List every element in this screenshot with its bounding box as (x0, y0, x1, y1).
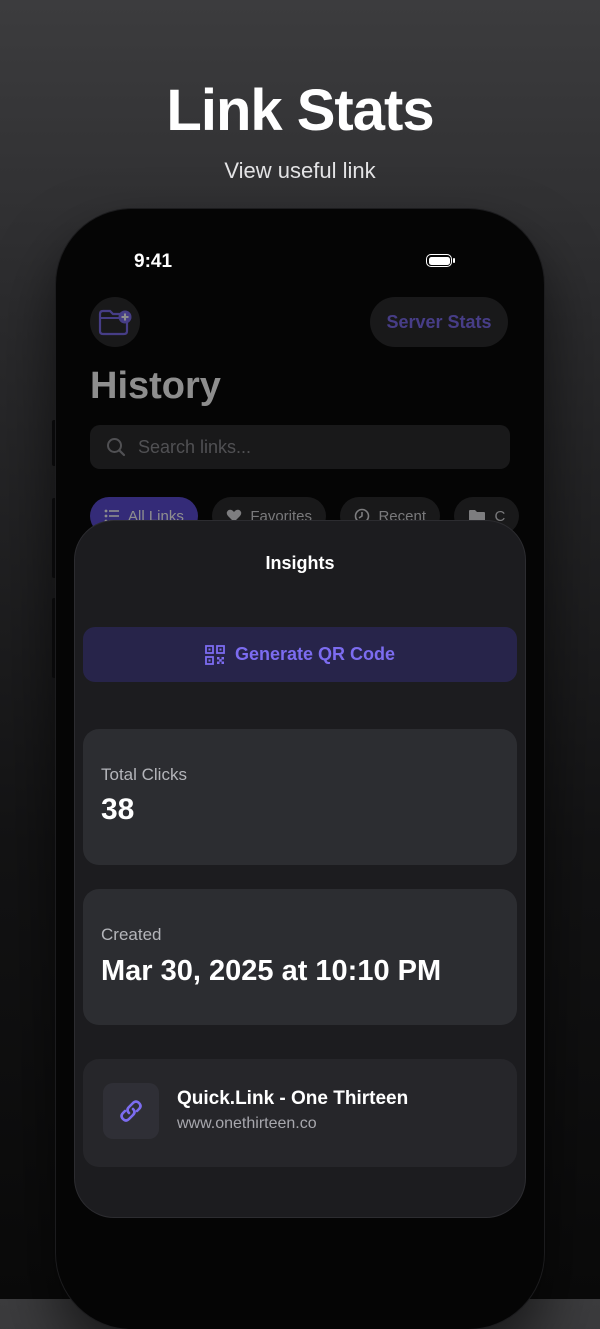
history-title: History (90, 365, 221, 407)
generate-qr-code-label: Generate QR Code (234, 644, 396, 664)
total-clicks-label: Total Clicks (101, 765, 187, 784)
created-value: Mar 30, 2025 at 10:10 PM (101, 955, 442, 987)
promo-title: Link Stats (166, 78, 434, 143)
created-label: Created (101, 925, 162, 944)
folder-plus-icon (98, 309, 132, 336)
link-icon (103, 1083, 159, 1139)
link-card[interactable]: Quick.Link - One Thirteen www.onethirtee… (83, 1059, 517, 1167)
link-title: Quick.Link - One Thirteen (177, 1088, 409, 1109)
promo-subtitle: View useful link (224, 158, 376, 183)
qr-code-icon (205, 644, 225, 665)
search-input[interactable] (136, 435, 480, 459)
link-url: www.onethirteen.co (177, 1115, 317, 1132)
search-icon (107, 438, 126, 457)
total-clicks-card: Total Clicks 38 (83, 729, 517, 865)
generate-qr-code-button[interactable]: Generate QR Code (83, 627, 517, 682)
created-card: Created Mar 30, 2025 at 10:10 PM (83, 889, 517, 1025)
search-bar[interactable] (90, 425, 510, 469)
server-stats-button[interactable]: Server Stats (370, 297, 508, 347)
insights-sheet: Insights Generate QR Code Total Clicks 3… (74, 520, 526, 1218)
insights-title: Insights (265, 553, 335, 573)
new-folder-button[interactable] (90, 297, 140, 347)
total-clicks-value: 38 (101, 793, 135, 826)
